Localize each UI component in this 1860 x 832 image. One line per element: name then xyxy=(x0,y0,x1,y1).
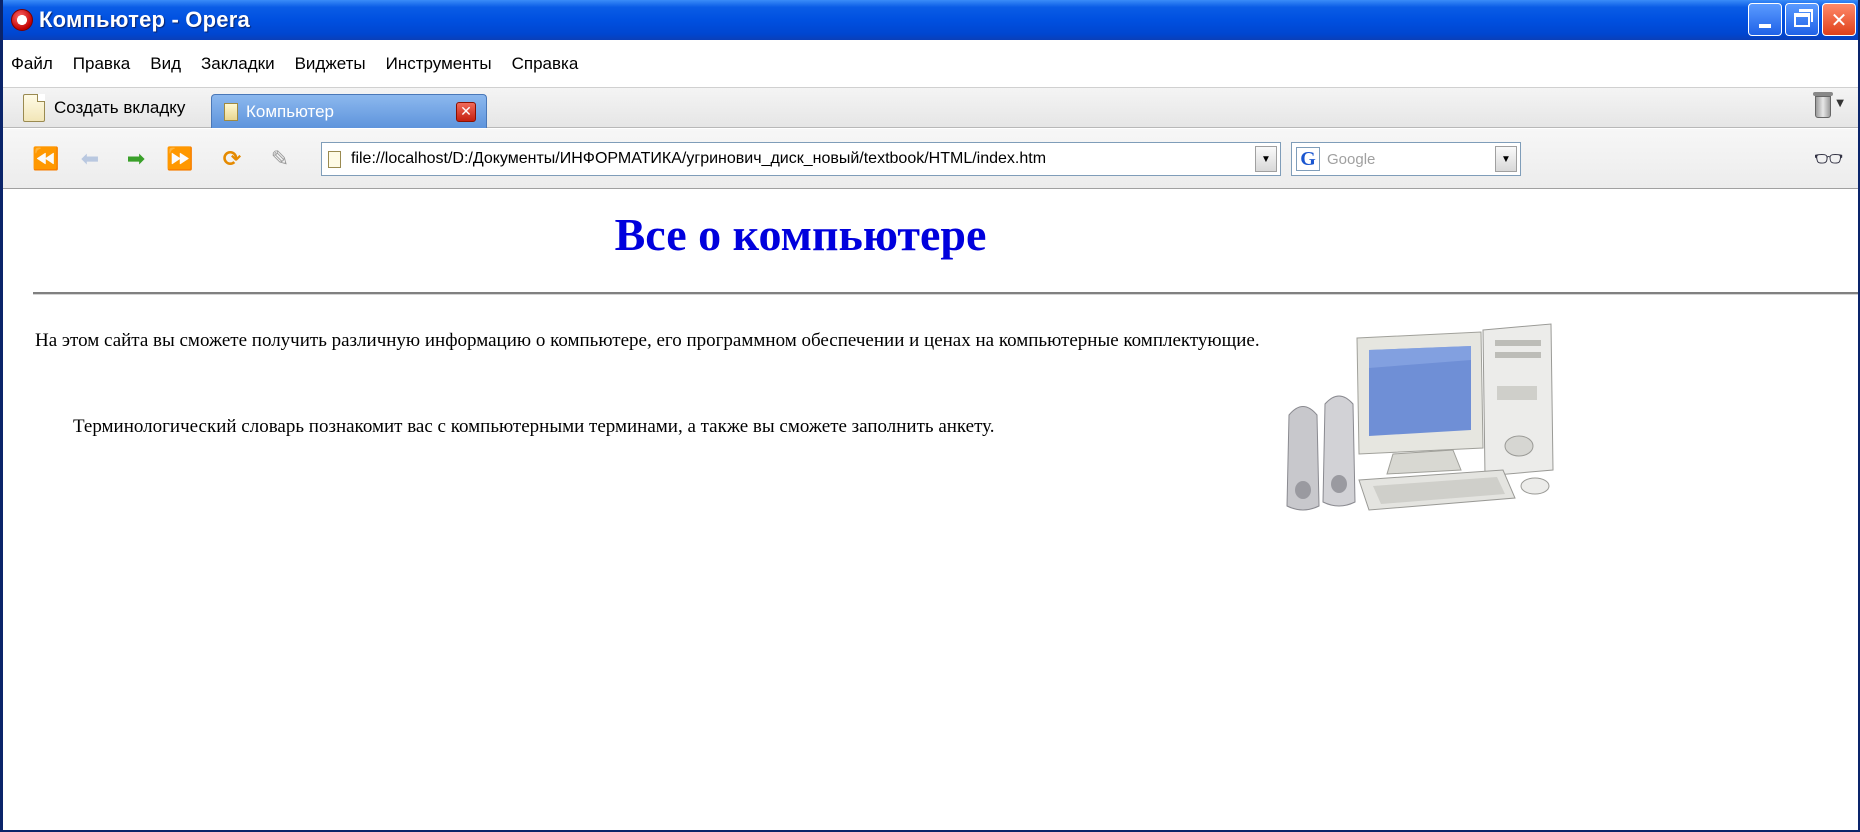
glasses-icon[interactable]: 👓︎ xyxy=(1814,145,1844,173)
menu-item-file[interactable]: Файл xyxy=(9,52,55,76)
mouse xyxy=(1520,477,1550,495)
minimize-button[interactable] xyxy=(1748,3,1782,36)
computer-image xyxy=(1286,323,1554,511)
address-bar[interactable]: file://localhost/D:/Документы/ИНФОРМАТИК… xyxy=(321,142,1281,176)
tab-label: Компьютер xyxy=(246,101,334,121)
menu-item-widgets[interactable]: Виджеты xyxy=(293,52,368,76)
edit-pencil-icon[interactable]: ✎ xyxy=(265,144,295,174)
search-input[interactable]: Google xyxy=(1327,151,1495,168)
back-arrow-icon[interactable]: ⬅ xyxy=(75,144,105,174)
menu-item-edit[interactable]: Правка xyxy=(71,52,132,76)
opera-logo-icon xyxy=(11,9,33,31)
document-icon xyxy=(224,102,238,121)
new-tab-button[interactable]: Создать вкладку xyxy=(23,92,185,124)
address-input[interactable]: file://localhost/D:/Документы/ИНФОРМАТИК… xyxy=(351,150,1255,168)
restore-button[interactable] xyxy=(1785,3,1819,36)
dictionary-paragraph: Терминологический словарь познакомит вас… xyxy=(73,416,995,437)
tab-computer[interactable]: Компьютер ✕ xyxy=(211,94,487,128)
fast-forward-icon[interactable]: ⏩ xyxy=(165,144,195,174)
menu-item-tools[interactable]: Инструменты xyxy=(384,52,494,76)
right-speaker xyxy=(1322,395,1356,507)
page-content: Все о компьютере На этом сайта вы сможет… xyxy=(3,190,1858,830)
monitor xyxy=(1356,331,1484,475)
menu-item-help[interactable]: Справка xyxy=(510,52,581,76)
menu-item-view[interactable]: Вид xyxy=(148,52,183,76)
close-icon: ✕ xyxy=(1830,7,1848,32)
close-tab-button[interactable]: ✕ xyxy=(456,102,476,122)
page-heading: Все о компьютере xyxy=(614,209,987,260)
intro-paragraph: На этом сайта вы сможете получить различ… xyxy=(35,330,1260,351)
minimize-icon xyxy=(1759,23,1771,28)
system-unit xyxy=(1482,323,1554,477)
reload-icon[interactable]: ⟳ xyxy=(217,144,247,174)
page-icon xyxy=(328,150,341,168)
forward-arrow-icon[interactable]: ➡ xyxy=(121,144,151,174)
window-controls: ✕ xyxy=(1748,3,1856,36)
menu-item-bookmarks[interactable]: Закладки xyxy=(199,52,277,76)
search-box[interactable]: G Google ▼ xyxy=(1291,142,1521,176)
google-icon[interactable]: G xyxy=(1296,147,1320,171)
trash-button[interactable]: ▼ xyxy=(1813,92,1844,118)
tab-bar: Создать вкладку Компьютер ✕ ▼ xyxy=(3,88,1858,128)
address-history-dropdown[interactable]: ▼ xyxy=(1255,146,1277,172)
horizontal-rule xyxy=(33,292,1858,295)
new-tab-label: Создать вкладку xyxy=(54,98,186,117)
new-page-icon xyxy=(23,94,45,122)
window-title: Компьютер - Opera xyxy=(39,7,250,32)
restore-icon xyxy=(1794,8,1813,27)
browser-window: Компьютер - Opera ✕ Файл Правка Вид Закл… xyxy=(0,0,1860,832)
menu-bar: Файл Правка Вид Закладки Виджеты Инструм… xyxy=(3,40,1858,88)
title-bar[interactable]: Компьютер - Opera ✕ xyxy=(3,0,1858,40)
keyboard xyxy=(1358,469,1516,511)
left-speaker xyxy=(1286,406,1320,511)
close-window-button[interactable]: ✕ xyxy=(1822,3,1856,36)
navigation-toolbar: ⏪ ⬅ ➡ ⏩ ⟳ ✎ file://localhost/D:/Документ… xyxy=(3,129,1858,189)
chevron-down-icon: ▼ xyxy=(1836,98,1844,109)
rewind-icon[interactable]: ⏪ xyxy=(31,144,61,174)
search-engine-dropdown[interactable]: ▼ xyxy=(1495,146,1517,172)
trash-icon xyxy=(1813,92,1834,118)
